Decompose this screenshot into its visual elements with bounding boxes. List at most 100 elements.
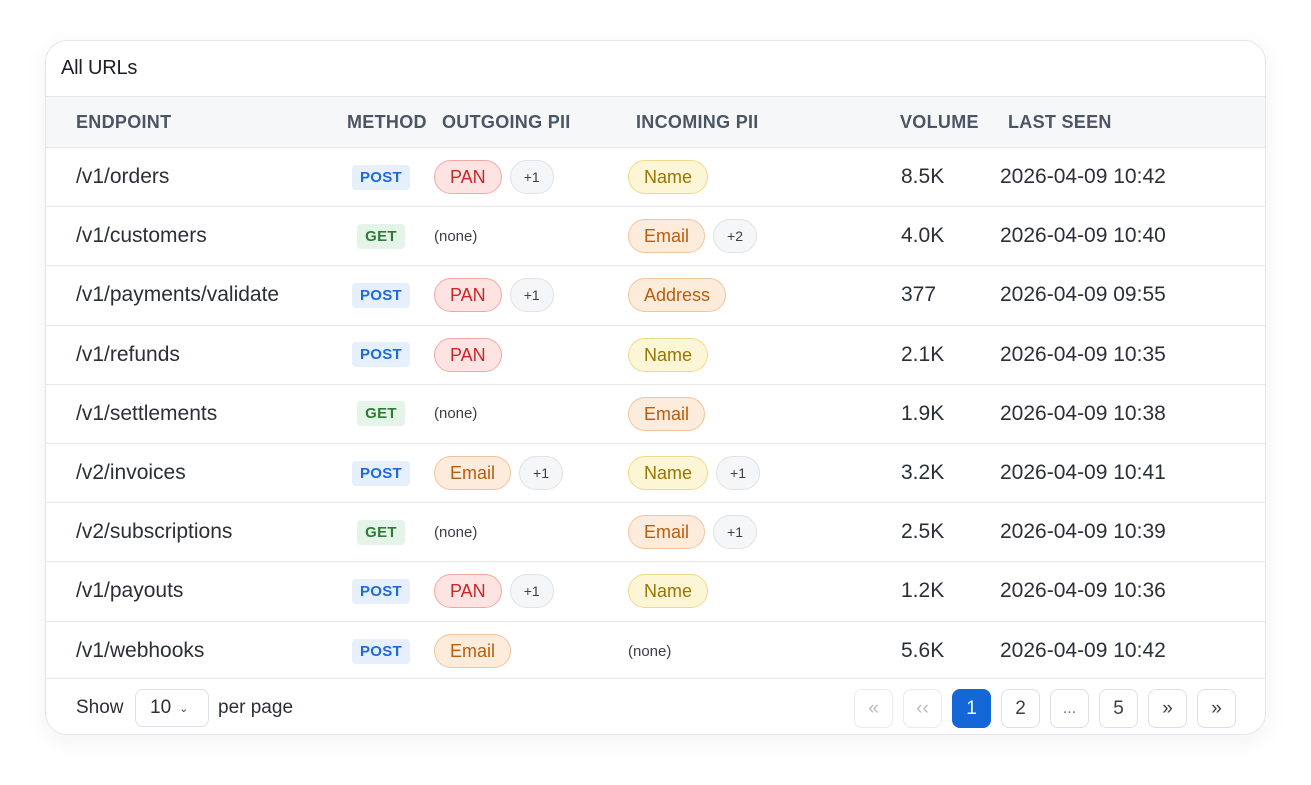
- table-row[interactable]: /v1/webhooks POST Email (none) 5.6K 2026…: [46, 622, 1265, 681]
- outgoing-pii-none: (none): [434, 405, 478, 423]
- incoming-pii-tag[interactable]: Name: [628, 456, 709, 491]
- page-2-button[interactable]: 2: [1001, 689, 1040, 728]
- pagination: « ‹‹ 1 2... 5 » »: [854, 689, 1236, 728]
- table-header: ENDPOINT METHOD OUTGOING PII INCOMING PI…: [46, 96, 1265, 148]
- column-header-outgoing-pii[interactable]: OUTGOING PII: [442, 97, 571, 147]
- incoming-pii-more-badge[interactable]: +2: [713, 219, 757, 254]
- outgoing-pii-tag[interactable]: PAN: [434, 574, 502, 609]
- table-row[interactable]: /v2/invoices POST Email +1 Name +1 3.2K 20…: [46, 444, 1265, 504]
- last-seen-cell: 2026-04-09 10:36: [1000, 579, 1166, 603]
- volume-cell: 2.5K: [901, 520, 945, 544]
- endpoint-cell[interactable]: /v1/webhooks: [76, 622, 204, 681]
- incoming-pii-cell: Name: [628, 562, 709, 620]
- method-cell: GET: [346, 503, 416, 561]
- chevron-down-icon: ⌄: [179, 702, 189, 715]
- incoming-pii-tag[interactable]: Name: [628, 337, 709, 372]
- table-row[interactable]: /v1/refunds POST PAN Name 2.1K 2026-04-0…: [46, 326, 1265, 385]
- outgoing-pii-none: (none): [434, 227, 478, 245]
- method-badge: GET: [357, 223, 405, 249]
- last-seen-cell: 2026-04-09 10:42: [1000, 165, 1166, 189]
- volume-cell: 8.5K: [901, 165, 945, 189]
- all-urls-card: All URLs ENDPOINT METHOD OUTGOING PII IN…: [45, 40, 1266, 735]
- outgoing-pii-more-badge[interactable]: +1: [509, 574, 554, 609]
- per-page-label: per page: [218, 697, 294, 718]
- incoming-pii-cell: Address: [628, 266, 727, 324]
- page-5-button[interactable]: 5: [1099, 689, 1138, 728]
- outgoing-pii-tag[interactable]: Email: [434, 456, 512, 491]
- table-row[interactable]: /v1/orders POST PAN +1 Name 8.5K 2026-04-…: [46, 148, 1265, 208]
- method-cell: POST: [346, 326, 416, 384]
- outgoing-pii-more-badge[interactable]: +1: [509, 160, 554, 195]
- last-seen-cell: 2026-04-09 10:41: [1000, 461, 1166, 485]
- next-page-button[interactable]: »: [1148, 689, 1187, 728]
- volume-cell: 2.1K: [901, 342, 945, 366]
- method-cell: GET: [346, 385, 416, 443]
- incoming-pii-tag[interactable]: Email: [628, 515, 706, 550]
- table-row[interactable]: /v1/settlements GET (none) Email 1.9K 20…: [46, 385, 1265, 444]
- method-cell: POST: [346, 622, 416, 681]
- outgoing-pii-more-badge[interactable]: +1: [519, 456, 563, 491]
- endpoint-cell[interactable]: /v2/invoices: [76, 444, 186, 502]
- volume-cell: 377: [901, 283, 937, 307]
- endpoint-cell[interactable]: /v2/subscriptions: [76, 503, 232, 561]
- method-badge: POST: [351, 638, 411, 664]
- column-header-volume[interactable]: VOLUME: [900, 97, 979, 147]
- last-seen-cell: 2026-04-09 09:55: [1000, 283, 1166, 307]
- first-page-button[interactable]: «: [854, 689, 893, 728]
- volume-cell: 3.2K: [901, 461, 945, 485]
- table-row[interactable]: /v1/payments/validate POST PAN +1 Address…: [46, 266, 1265, 326]
- incoming-pii-cell: Email +1: [628, 503, 757, 561]
- incoming-pii-tag[interactable]: Address: [628, 278, 727, 313]
- outgoing-pii-cell: (none): [434, 385, 477, 443]
- endpoint-cell[interactable]: /v1/customers: [76, 207, 207, 265]
- incoming-pii-cell: Name: [628, 148, 709, 206]
- incoming-pii-tag[interactable]: Email: [628, 219, 706, 254]
- column-header-endpoint[interactable]: ENDPOINT: [76, 97, 171, 147]
- incoming-pii-tag[interactable]: Name: [628, 160, 709, 195]
- volume-cell: 1.9K: [901, 401, 945, 425]
- prev-page-button[interactable]: ‹‹: [903, 689, 942, 728]
- incoming-pii-more-badge[interactable]: +1: [716, 456, 760, 491]
- volume-cell: 4.0K: [901, 224, 945, 248]
- column-header-incoming-pii[interactable]: INCOMING PII: [636, 97, 759, 147]
- last-page-button[interactable]: »: [1197, 689, 1236, 728]
- column-header-last-seen[interactable]: LAST SEEN: [1008, 97, 1112, 147]
- table-row[interactable]: /v1/payouts POST PAN +1 Name 1.2K 2026-04…: [46, 562, 1265, 622]
- table-body: /v1/orders POST PAN +1 Name 8.5K 2026-04-…: [46, 148, 1265, 681]
- page-1-button[interactable]: 1: [952, 689, 991, 728]
- last-seen-cell: 2026-04-09 10:39: [1000, 520, 1166, 544]
- incoming-pii-none: (none): [628, 642, 672, 660]
- incoming-pii-tag[interactable]: Name: [628, 574, 709, 609]
- table-footer: Show 10 ⌄ per page « ‹‹ 1 2... 5 » »: [46, 678, 1265, 734]
- outgoing-pii-tag[interactable]: PAN: [434, 278, 502, 313]
- last-seen-cell: 2026-04-09 10:38: [1000, 401, 1166, 425]
- method-cell: GET: [346, 207, 416, 265]
- outgoing-pii-cell: PAN +1: [434, 148, 554, 206]
- table-row[interactable]: /v2/subscriptions GET (none) Email +1 2.5…: [46, 503, 1265, 563]
- pagination-ellipsis: ...: [1050, 689, 1089, 728]
- incoming-pii-cell: Name: [628, 326, 709, 384]
- method-cell: POST: [346, 562, 416, 620]
- incoming-pii-more-badge[interactable]: +1: [713, 515, 757, 550]
- outgoing-pii-more-badge[interactable]: +1: [509, 278, 554, 313]
- last-seen-cell: 2026-04-09 10:42: [1000, 639, 1166, 663]
- table-row[interactable]: /v1/customers GET (none) Email +2 4.0K 20…: [46, 207, 1265, 267]
- per-page-select[interactable]: 10 ⌄: [135, 689, 209, 727]
- method-badge: POST: [351, 342, 411, 368]
- method-badge: POST: [351, 578, 411, 604]
- volume-cell: 5.6K: [901, 639, 945, 663]
- endpoint-cell[interactable]: /v1/orders: [76, 148, 169, 206]
- outgoing-pii-cell: PAN +1: [434, 562, 554, 620]
- per-page-value: 10: [150, 697, 172, 718]
- outgoing-pii-tag[interactable]: PAN: [434, 160, 502, 195]
- endpoint-cell[interactable]: /v1/settlements: [76, 385, 217, 443]
- endpoint-cell[interactable]: /v1/refunds: [76, 326, 180, 384]
- endpoint-cell[interactable]: /v1/payments/validate: [76, 266, 279, 324]
- endpoint-cell[interactable]: /v1/payouts: [76, 562, 183, 620]
- last-seen-cell: 2026-04-09 10:40: [1000, 224, 1166, 248]
- method-badge: POST: [351, 164, 411, 190]
- column-header-method[interactable]: METHOD: [347, 97, 427, 147]
- outgoing-pii-tag[interactable]: PAN: [434, 337, 502, 372]
- incoming-pii-tag[interactable]: Email: [628, 396, 706, 431]
- outgoing-pii-tag[interactable]: Email: [434, 634, 512, 669]
